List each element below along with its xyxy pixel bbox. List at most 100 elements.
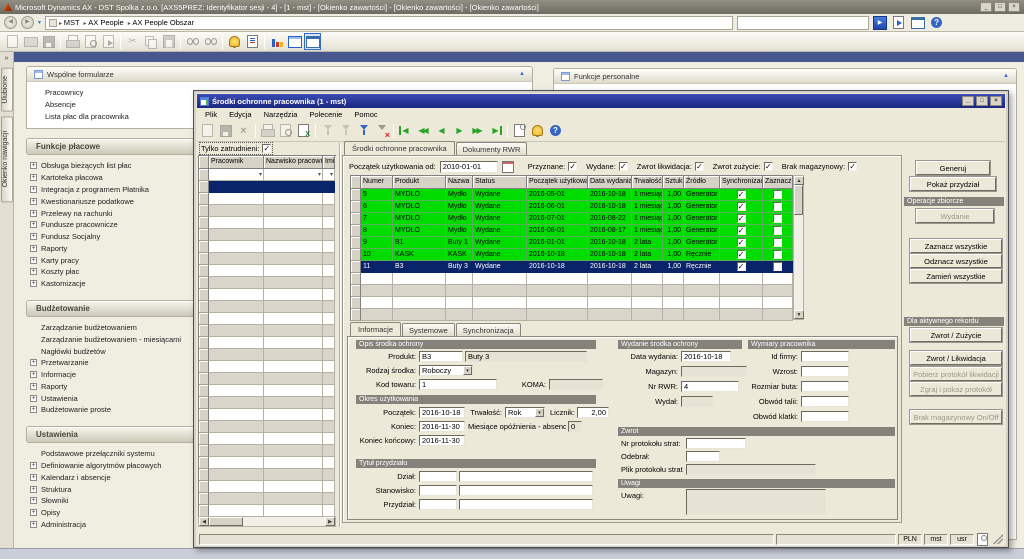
- expand-icon[interactable]: +: [30, 210, 37, 217]
- app-close-button[interactable]: ×: [1008, 2, 1020, 12]
- forward-button[interactable]: ▶: [21, 16, 34, 29]
- grid-empty-row[interactable]: [351, 273, 793, 285]
- grid-row[interactable]: 8MYDŁOMydłoWydane2016-08-012016-08-171 m…: [351, 225, 793, 237]
- grid-col-header[interactable]: Data wydania: [588, 176, 632, 189]
- filter-checkbox-checked[interactable]: [695, 162, 704, 171]
- toggle-all-button[interactable]: Zamień wszystkie: [910, 269, 1002, 283]
- open-icon[interactable]: [22, 33, 39, 50]
- scroll-up-icon[interactable]: ▲: [794, 176, 804, 185]
- przydzial-name-input[interactable]: [459, 499, 593, 510]
- expand-icon[interactable]: +: [30, 395, 37, 402]
- expand-icon[interactable]: +: [30, 497, 37, 504]
- expand-icon[interactable]: +: [30, 359, 37, 366]
- odebral-input[interactable]: [686, 451, 720, 462]
- employee-row[interactable]: [199, 229, 336, 241]
- miesiace-input[interactable]: 0: [568, 421, 582, 432]
- data-wydania-input[interactable]: 2016-10-18: [681, 351, 731, 362]
- employee-row[interactable]: [199, 265, 336, 277]
- expand-icon[interactable]: +: [30, 162, 37, 169]
- rodzaj-select[interactable]: Roboczy: [419, 365, 473, 376]
- preview-icon[interactable]: [277, 122, 294, 139]
- emp-filter-cell[interactable]: [264, 169, 323, 181]
- koma-input[interactable]: [549, 379, 603, 390]
- employee-row[interactable]: [199, 445, 336, 457]
- cut-icon[interactable]: [124, 33, 141, 50]
- grid-row[interactable]: 5MYDŁOMydłoWydane2016-05-012016-10-181 m…: [351, 189, 793, 201]
- collapse-panel-icon[interactable]: ▲: [519, 71, 525, 77]
- document-icon[interactable]: [511, 122, 528, 139]
- grid-col-header[interactable]: [351, 176, 361, 189]
- dropdown-arrow-icon[interactable]: [535, 408, 544, 417]
- employee-row[interactable]: [199, 397, 336, 409]
- filter-cancel-icon[interactable]: [373, 122, 390, 139]
- employee-row[interactable]: [199, 193, 336, 205]
- grid-col-header[interactable]: Trwałość: [632, 176, 663, 189]
- new-icon[interactable]: [199, 122, 216, 139]
- app-maximize-button[interactable]: □: [994, 2, 1006, 12]
- grid-col-header[interactable]: Źródło: [684, 176, 720, 189]
- tab-dokumenty-rwr[interactable]: Dokumenty RWR: [456, 142, 528, 155]
- emp-filter-cell[interactable]: [323, 169, 335, 181]
- employee-row[interactable]: [199, 217, 336, 229]
- search-input[interactable]: [737, 16, 869, 30]
- detail-tab-synchronizacja[interactable]: Synchronizacja: [456, 323, 521, 336]
- collapse-panel-icon[interactable]: ▲: [1003, 73, 1009, 79]
- stanowisko-name-input[interactable]: [459, 485, 593, 496]
- employee-row[interactable]: [199, 493, 336, 505]
- dialog-titlebar[interactable]: Środki ochronne pracownika (1 - mst) _ □…: [197, 94, 1005, 108]
- calendar-icon[interactable]: [502, 160, 515, 173]
- employee-row[interactable]: [199, 469, 336, 481]
- expand-icon[interactable]: +: [30, 462, 37, 469]
- expand-icon[interactable]: +: [30, 486, 37, 493]
- equipment-grid-vscrollbar[interactable]: ▲ ▼: [793, 175, 804, 320]
- mark-checkbox[interactable]: [773, 214, 782, 223]
- export-excel-icon[interactable]: [295, 122, 312, 139]
- return-usage-button[interactable]: Zwrot / Zużycie: [910, 328, 1002, 342]
- magazyn-input[interactable]: [681, 366, 747, 377]
- employee-row[interactable]: [199, 421, 336, 433]
- wymiary-input[interactable]: [801, 381, 849, 392]
- produkt-name-input[interactable]: Buty 3: [465, 351, 587, 362]
- expand-icon[interactable]: +: [30, 383, 37, 390]
- emp-col-header[interactable]: Nazwisko pracownika: [264, 156, 323, 169]
- next-fast-icon[interactable]: [469, 122, 486, 139]
- detail-tab-systemowe[interactable]: Systemowe: [402, 323, 455, 336]
- issue-button[interactable]: Wydanie: [916, 209, 994, 223]
- expand-icon[interactable]: +: [30, 371, 37, 378]
- employee-row[interactable]: [199, 433, 336, 445]
- deselect-all-button[interactable]: Odznacz wszystkie: [910, 254, 1002, 268]
- wymiary-input[interactable]: [801, 351, 849, 362]
- trwalosc-select[interactable]: Rok: [505, 407, 545, 418]
- sync-checkbox[interactable]: [737, 214, 746, 223]
- sync-checkbox[interactable]: [737, 238, 746, 247]
- mark-checkbox[interactable]: [773, 226, 782, 235]
- return-liquidation-button[interactable]: Zwrot / Likwidacja: [910, 351, 1002, 365]
- grid-row[interactable]: 7MYDŁOMydłoWydane2016-07-012016-08-221 m…: [351, 213, 793, 225]
- mark-checkbox[interactable]: [773, 262, 782, 271]
- breadcrumb[interactable]: MSTAX PeopleAX People Obszar: [45, 16, 733, 30]
- grid-row[interactable]: 11B3Buty 3Wydane2016-10-182016-10-182 la…: [351, 261, 793, 273]
- expand-icon[interactable]: +: [30, 509, 37, 516]
- generate-button[interactable]: Generuj: [916, 161, 990, 175]
- wydal-input[interactable]: [681, 396, 713, 407]
- download-protocol-button[interactable]: Pobierz protokół likwidacji: [910, 367, 1002, 381]
- scroll-left-icon[interactable]: ◀: [199, 517, 209, 526]
- show-allocation-button[interactable]: Pokaż przydział: [910, 177, 996, 191]
- breadcrumb-item[interactable]: AX People Obszar: [128, 18, 194, 27]
- only-employed-checkbox[interactable]: [262, 144, 271, 153]
- window-icon[interactable]: [910, 15, 925, 30]
- expand-icon[interactable]: +: [30, 268, 37, 275]
- grid-icon[interactable]: [286, 33, 303, 50]
- export-icon[interactable]: [100, 33, 117, 50]
- employee-grid-hscrollbar[interactable]: ◀ ▶: [198, 516, 336, 527]
- window-icon[interactable]: [304, 33, 321, 50]
- dropdown-arrow-icon[interactable]: [463, 366, 472, 375]
- plik-protokolu-input[interactable]: [686, 464, 816, 475]
- expand-icon[interactable]: +: [30, 233, 37, 240]
- preview-icon[interactable]: [82, 33, 99, 50]
- expand-icon[interactable]: +: [30, 257, 37, 264]
- save-icon[interactable]: [217, 122, 234, 139]
- expand-icon[interactable]: +: [30, 406, 37, 413]
- menu-item[interactable]: Polecenie: [304, 110, 347, 119]
- find-next-icon[interactable]: [202, 33, 219, 50]
